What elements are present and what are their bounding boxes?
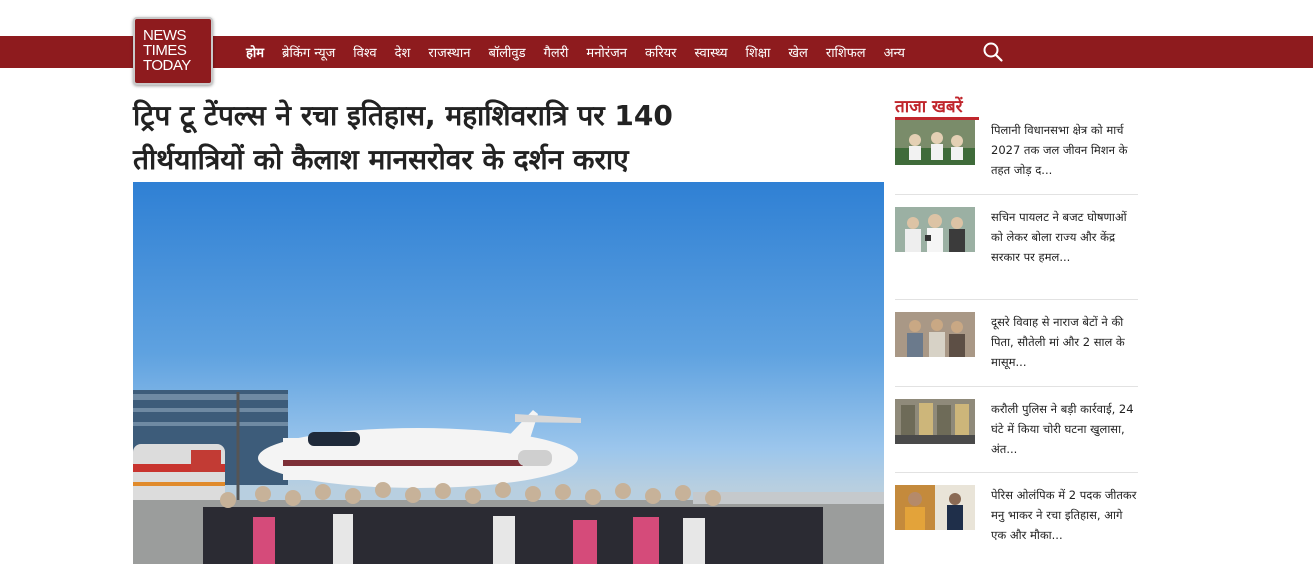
latest-news-item[interactable]: पिलानी विधानसभा क्षेत्र को मार्च 2027 तक… (895, 120, 1138, 190)
search-icon (983, 42, 1003, 62)
latest-news-item[interactable]: दूसरे विवाह से नाराज बेटों ने की पिता, स… (895, 312, 1138, 376)
hero-illustration (133, 390, 884, 564)
nav-item-horoscope[interactable]: राशिफल (826, 43, 866, 61)
news-thumbnail[interactable] (895, 312, 975, 357)
list-divider (895, 472, 1138, 473)
nav-item-entertainment[interactable]: मनोरंजन (586, 43, 627, 61)
article-hero-image (133, 182, 884, 564)
latest-news-item[interactable]: करौली पुलिस ने बड़ी कार्रवाई, 24 घंटे मे… (895, 399, 1138, 463)
news-headline[interactable]: सचिन पायलट ने बजट घोषणाओं को लेकर बोला र… (991, 207, 1141, 267)
nav-menu: होम ब्रेकिंग न्यूज विश्व देश राजस्थान बॉ… (246, 36, 923, 68)
news-headline[interactable]: पेरिस ओलंपिक में 2 पदक जीतकर मनु भाकर ने… (991, 485, 1141, 545)
logo-text-line: TIMES (143, 42, 187, 59)
list-divider (895, 194, 1138, 195)
nav-item-breaking-news[interactable]: ब्रेकिंग न्यूज (282, 43, 335, 61)
latest-news-heading: ताजा खबरें (895, 97, 963, 117)
nav-item-rajasthan[interactable]: राजस्थान (428, 43, 470, 61)
news-thumbnail[interactable] (895, 399, 975, 444)
nav-item-other[interactable]: अन्य (884, 43, 905, 61)
headline-line: ट्रिप टू टेंपल्स ने रचा इतिहास, महाशिवरा… (133, 99, 673, 132)
news-thumbnail[interactable] (895, 485, 975, 530)
logo-text-line: TODAY (143, 57, 191, 74)
latest-news-item[interactable]: पेरिस ओलंपिक में 2 पदक जीतकर मनु भाकर ने… (895, 485, 1138, 564)
nav-item-sports[interactable]: खेल (788, 43, 807, 61)
list-divider (895, 299, 1138, 300)
article-headline: ट्रिप टू टेंपल्स ने रचा इतिहास, महाशिवरा… (133, 94, 873, 182)
list-divider (895, 386, 1138, 387)
nav-item-education[interactable]: शिक्षा (746, 43, 771, 61)
news-headline[interactable]: करौली पुलिस ने बड़ी कार्रवाई, 24 घंटे मे… (991, 399, 1141, 459)
headline-line: तीर्थयात्रियों को कैलाश मानसरोवर के दर्श… (133, 143, 629, 176)
nav-item-gallery[interactable]: गैलरी (544, 43, 569, 61)
search-button[interactable] (982, 41, 1004, 63)
nav-item-country[interactable]: देश (395, 43, 411, 61)
nav-item-bollywood[interactable]: बॉलीवुड (488, 43, 525, 61)
news-headline[interactable]: दूसरे विवाह से नाराज बेटों ने की पिता, स… (991, 312, 1141, 372)
site-logo[interactable]: NEWS TIMES TODAY (133, 17, 213, 85)
news-thumbnail[interactable] (895, 120, 975, 165)
nav-item-career[interactable]: करियर (645, 43, 677, 61)
nav-item-health[interactable]: स्वास्थ्य (695, 43, 728, 61)
latest-news-item[interactable]: सचिन पायलट ने बजट घोषणाओं को लेकर बोला र… (895, 207, 1138, 287)
news-thumbnail[interactable] (895, 207, 975, 252)
news-headline[interactable]: पिलानी विधानसभा क्षेत्र को मार्च 2027 तक… (991, 120, 1141, 180)
nav-item-world[interactable]: विश्व (353, 43, 376, 61)
nav-item-home[interactable]: होम (246, 43, 264, 61)
logo-text-line: NEWS (143, 27, 187, 44)
